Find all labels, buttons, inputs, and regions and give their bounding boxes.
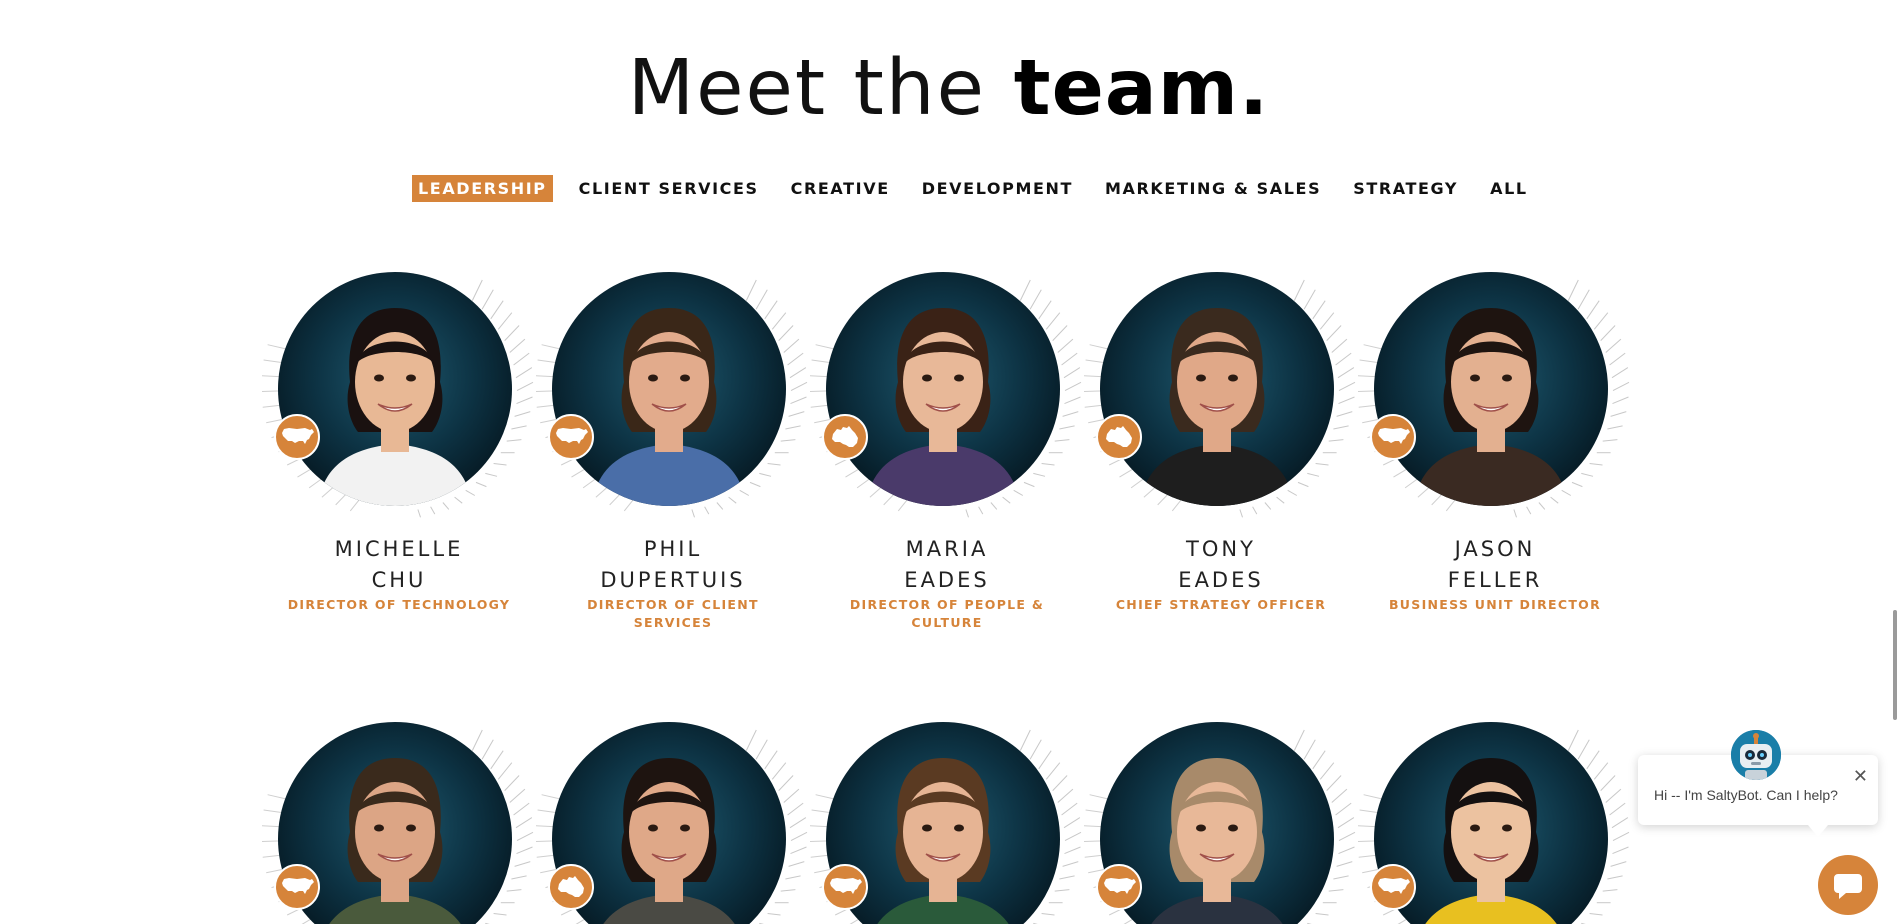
member-photo-frame (535, 256, 810, 520)
member-last-name: FELLER (1447, 568, 1543, 592)
person-portrait (826, 272, 1060, 506)
person-portrait (552, 272, 786, 506)
member-photo-frame (1083, 706, 1358, 924)
usa-map-icon (1096, 864, 1142, 910)
usa-map-icon (1370, 414, 1416, 460)
robot-avatar-icon (1731, 730, 1781, 780)
member-photo-frame (809, 706, 1084, 924)
member-first-name: PHIL (643, 537, 703, 561)
member-photo-frame (261, 706, 536, 924)
chat-greeting-text: Hi -- I'm SaltyBot. Can I help? (1654, 787, 1838, 803)
member-first-name: MICHELLE (334, 537, 464, 561)
member-role: DIRECTOR OF CLIENT SERVICES (587, 597, 759, 630)
member-photo-frame (1083, 256, 1358, 520)
member-photo-frame (809, 256, 1084, 520)
member-photo-jason-feller[interactable] (1374, 272, 1608, 506)
chat-bubble-icon (1834, 874, 1862, 899)
chat-open-button[interactable] (1818, 855, 1878, 915)
usa-map-icon (274, 864, 320, 910)
member-name[interactable]: MARIA EADES (810, 534, 1084, 596)
member-last-name: EADES (1178, 568, 1264, 592)
australia-map-icon (548, 864, 594, 910)
person-portrait (278, 272, 512, 506)
usa-map-icon (822, 864, 868, 910)
member-photo-michelle-chu[interactable] (278, 272, 512, 506)
person-portrait (1100, 272, 1334, 506)
member-first-name: JASON (1454, 537, 1536, 561)
member-name[interactable]: JASON FELLER (1358, 534, 1632, 596)
team-grid: MICHELLE CHU DIRECTOR OF TECHNOLOGY PHIL… (0, 0, 1897, 924)
member-name[interactable]: MICHELLE CHU (262, 534, 536, 596)
close-icon[interactable]: ✕ (1853, 767, 1868, 785)
usa-map-icon (1370, 864, 1416, 910)
member-photo-phil-dupertuis[interactable] (552, 272, 786, 506)
australia-map-icon (1096, 414, 1142, 460)
member-photo-frame (535, 706, 810, 924)
member-first-name: MARIA (905, 537, 989, 561)
member-first-name: TONY (1186, 537, 1256, 561)
member-name[interactable]: PHIL DUPERTUIS (536, 534, 810, 596)
page-scrollbar[interactable] (1893, 610, 1897, 720)
member-role: DIRECTOR OF PEOPLE & CULTURE (849, 597, 1045, 630)
member-role: DIRECTOR OF TECHNOLOGY (287, 597, 511, 612)
member-photo-frame (261, 256, 536, 520)
australia-map-icon (822, 414, 868, 460)
usa-map-icon (548, 414, 594, 460)
member-photo-maria-eades[interactable] (826, 272, 1060, 506)
member-last-name: EADES (904, 568, 990, 592)
member-photo-frame (1357, 256, 1632, 520)
usa-map-icon (274, 414, 320, 460)
member-photo-tony-eades[interactable] (1100, 272, 1334, 506)
member-role: BUSINESS UNIT DIRECTOR (1388, 597, 1601, 612)
person-portrait (1374, 272, 1608, 506)
member-last-name: DUPERTUIS (600, 568, 746, 592)
member-photo-frame (1357, 706, 1632, 924)
member-last-name: CHU (371, 568, 427, 592)
member-role: CHIEF STRATEGY OFFICER (1115, 597, 1327, 612)
member-name[interactable]: TONY EADES (1084, 534, 1358, 596)
